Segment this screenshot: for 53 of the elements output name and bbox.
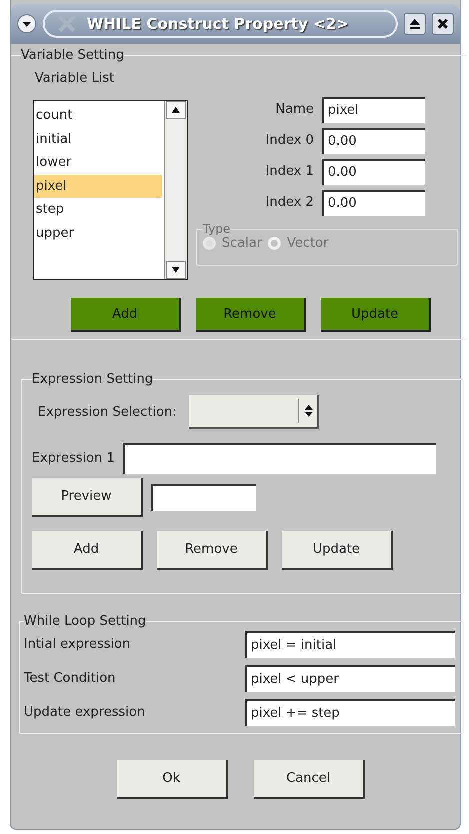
list-item[interactable]: step [34, 198, 162, 222]
remove-button[interactable]: Remove [196, 298, 306, 332]
list-label: Variable List [35, 71, 116, 86]
add-button[interactable]: Add [71, 298, 181, 332]
list-item[interactable]: pixel [34, 174, 162, 198]
field-label: Intial expression [24, 636, 131, 652]
input-field[interactable]: pixel = initial [245, 630, 455, 658]
cancel-button[interactable]: Cancel [254, 760, 365, 799]
field-label: Name [274, 102, 315, 117]
close-icon [437, 18, 449, 30]
list-item[interactable]: upper [34, 222, 162, 245]
update-button[interactable]: Update [282, 531, 393, 570]
spinner-arrows-icon [305, 405, 313, 417]
section-title: While Loop Setting [24, 614, 146, 629]
field-label: Expression 1 [32, 451, 115, 466]
window-menu-icon[interactable] [17, 14, 37, 34]
shade-button[interactable] [404, 13, 426, 35]
radio-label: Vector [287, 236, 329, 251]
radio-label: Scalar [222, 236, 262, 251]
field-label: Expression Selection: [38, 404, 177, 420]
remove-button[interactable]: Remove [157, 531, 268, 570]
field-label: Update expression [24, 704, 146, 720]
input-field[interactable]: pixel += step [245, 698, 455, 726]
section-title: Expression Setting [32, 372, 154, 387]
preview-button[interactable]: Preview [32, 478, 143, 517]
input-field[interactable]: pixel [322, 96, 425, 122]
input-field[interactable]: 0.00 [322, 190, 425, 216]
add-button[interactable]: Add [32, 531, 143, 570]
expression-dropdown[interactable] [189, 395, 319, 429]
list-item[interactable]: initial [34, 128, 162, 151]
eject-icon [409, 18, 421, 30]
list-item[interactable]: count [34, 104, 162, 128]
scroll-up-icon[interactable] [172, 107, 180, 113]
ok-button[interactable]: Ok [117, 760, 228, 799]
scrollbar[interactable] [164, 101, 187, 279]
expression-field[interactable] [122, 443, 436, 474]
scroll-down-icon[interactable] [172, 267, 180, 273]
field-label: Test Condition [24, 670, 116, 686]
x-icon [57, 14, 77, 34]
update-button[interactable]: Update [321, 298, 431, 332]
window-title: WHILE Construct Property <2> [87, 15, 349, 33]
field-label: Index 2 [264, 195, 315, 210]
input-field[interactable]: 0.00 [322, 158, 425, 184]
close-button[interactable] [432, 13, 454, 35]
group-title: Type [203, 222, 231, 236]
preview-field[interactable] [151, 484, 256, 511]
list-item[interactable]: lower [34, 151, 162, 174]
field-label: Index 0 [264, 133, 315, 148]
field-label: Index 1 [264, 164, 315, 179]
section-title: Variable Setting [21, 48, 124, 63]
input-field[interactable]: 0.00 [322, 128, 425, 154]
variable-list[interactable]: count initial lower pixel step upper [33, 100, 188, 280]
input-field[interactable]: pixel < upper [245, 664, 455, 692]
